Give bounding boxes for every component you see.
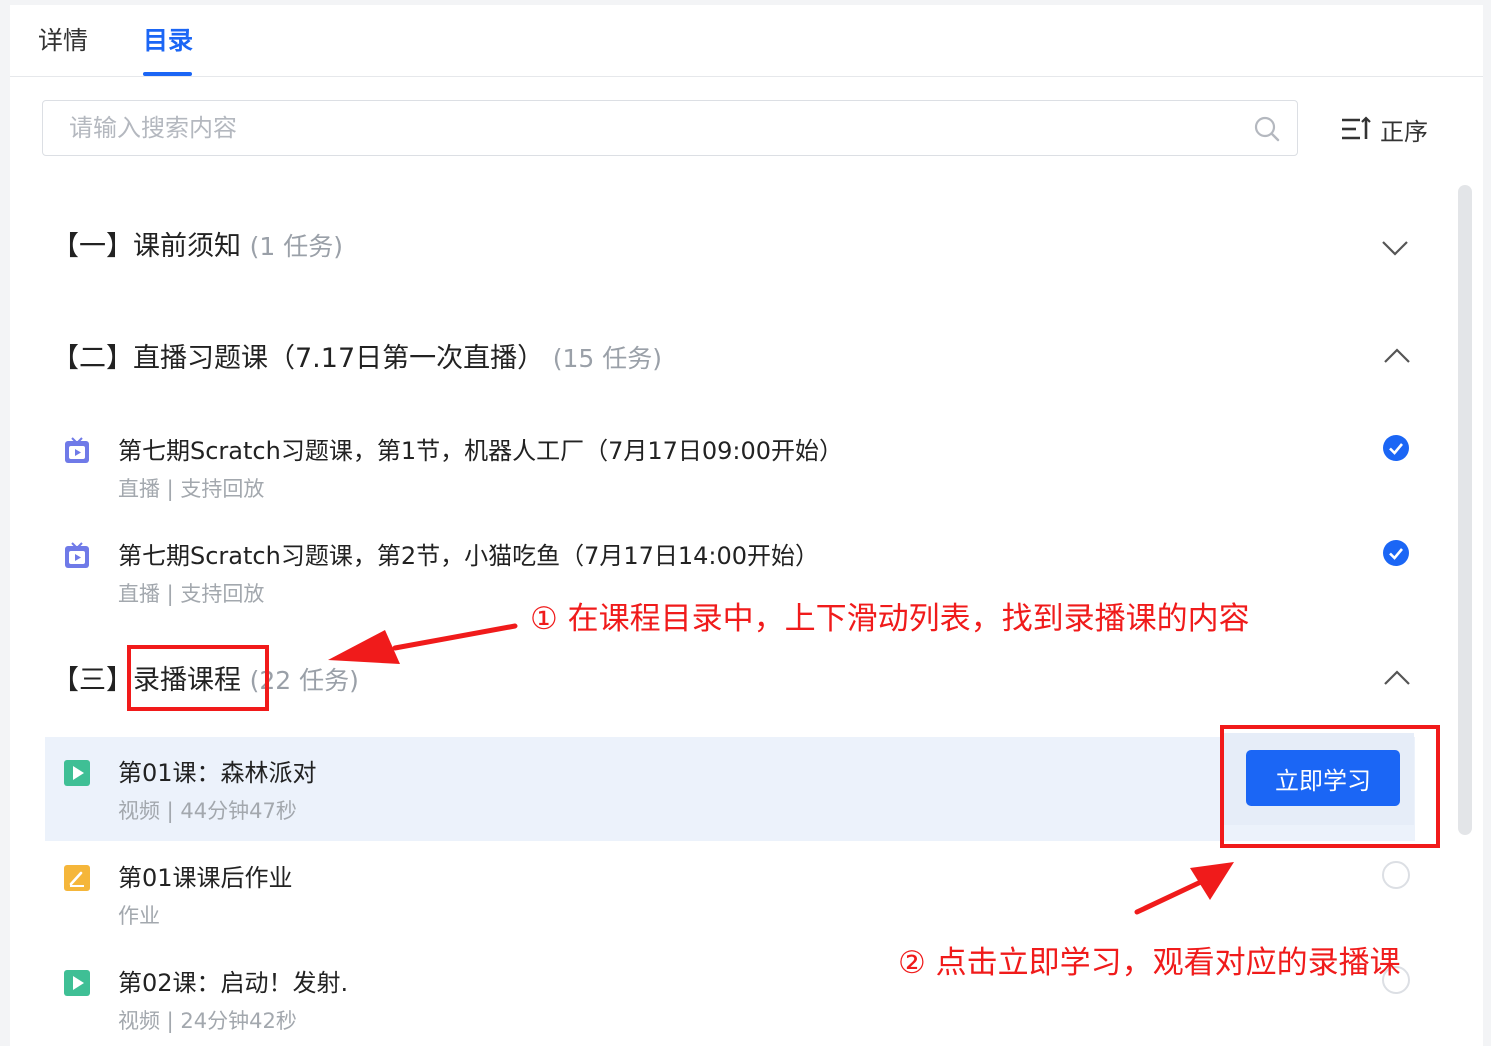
- chapter-title: 【一】课前须知: [52, 231, 241, 262]
- chapter-2-header[interactable]: 【二】直播习题课（7.17日第一次直播） (15 任务): [52, 341, 662, 377]
- tab-catalog[interactable]: 目录: [143, 25, 193, 57]
- search-icon[interactable]: [1253, 115, 1281, 143]
- chapter-1-header[interactable]: 【一】课前须知 (1 任务): [52, 229, 343, 265]
- chapter-task-count: (15 任务): [552, 344, 662, 373]
- tab-detail[interactable]: 详情: [38, 25, 88, 57]
- tab-active-indicator: [143, 72, 192, 76]
- annotation-step-1: ① 在课程目录中，上下滑动列表，找到录播课的内容: [530, 601, 1250, 637]
- completed-check-icon: [1383, 540, 1409, 566]
- video-play-icon: [64, 970, 90, 996]
- lesson-meta: 视频 | 24分钟42秒: [118, 1009, 297, 1033]
- incomplete-status-icon: [1382, 861, 1410, 889]
- lesson-meta: 直播 | 支持回放: [118, 477, 265, 501]
- chevron-down-icon[interactable]: [1381, 239, 1409, 257]
- video-play-icon: [64, 760, 90, 786]
- search-input[interactable]: [43, 101, 1243, 155]
- lesson-meta: 直播 | 支持回放: [118, 582, 265, 606]
- chevron-up-icon[interactable]: [1383, 347, 1411, 365]
- list-item[interactable]: 第01课课后作业 作业: [45, 847, 1415, 951]
- sort-order-icon: [1342, 116, 1371, 140]
- list-item-active[interactable]: 第01课：森林派对 视频 | 44分钟47秒: [45, 737, 1415, 841]
- lesson-title: 第01课课后作业: [118, 864, 293, 892]
- chevron-up-icon[interactable]: [1383, 669, 1411, 687]
- chapter-title: 【二】直播习题课（7.17日第一次直播）: [52, 343, 545, 374]
- completed-check-icon: [1383, 435, 1409, 461]
- sort-toggle[interactable]: 正序: [1340, 112, 1428, 146]
- search-box: [42, 100, 1298, 156]
- live-tv-icon: [65, 542, 89, 568]
- lesson-title: 第七期Scratch习题课，第2节，小猫吃鱼（7月17日14:00开始）: [118, 542, 820, 570]
- annotation-step-2: ② 点击立即学习，观看对应的录播课: [898, 945, 1401, 981]
- lesson-title: 第01课：森林派对: [118, 759, 317, 787]
- sort-label: 正序: [1380, 117, 1428, 146]
- lesson-meta: 视频 | 44分钟47秒: [118, 799, 297, 823]
- scrollbar[interactable]: [1458, 185, 1472, 835]
- lesson-meta: 作业: [118, 904, 160, 928]
- lesson-title: 第02课：启动！发射.: [118, 969, 349, 997]
- homework-edit-icon: [64, 865, 90, 891]
- chapter-task-count: (1 任务): [249, 232, 343, 261]
- live-tv-icon: [65, 437, 89, 463]
- highlight-box-chapter: [127, 645, 269, 711]
- list-item[interactable]: 第七期Scratch习题课，第1节，机器人工厂（7月17日09:00开始） 直播…: [45, 420, 1415, 524]
- lesson-title: 第七期Scratch习题课，第1节，机器人工厂（7月17日09:00开始）: [118, 437, 844, 465]
- tab-bar: 详情 目录: [10, 5, 1483, 77]
- highlight-box-button: [1220, 725, 1440, 848]
